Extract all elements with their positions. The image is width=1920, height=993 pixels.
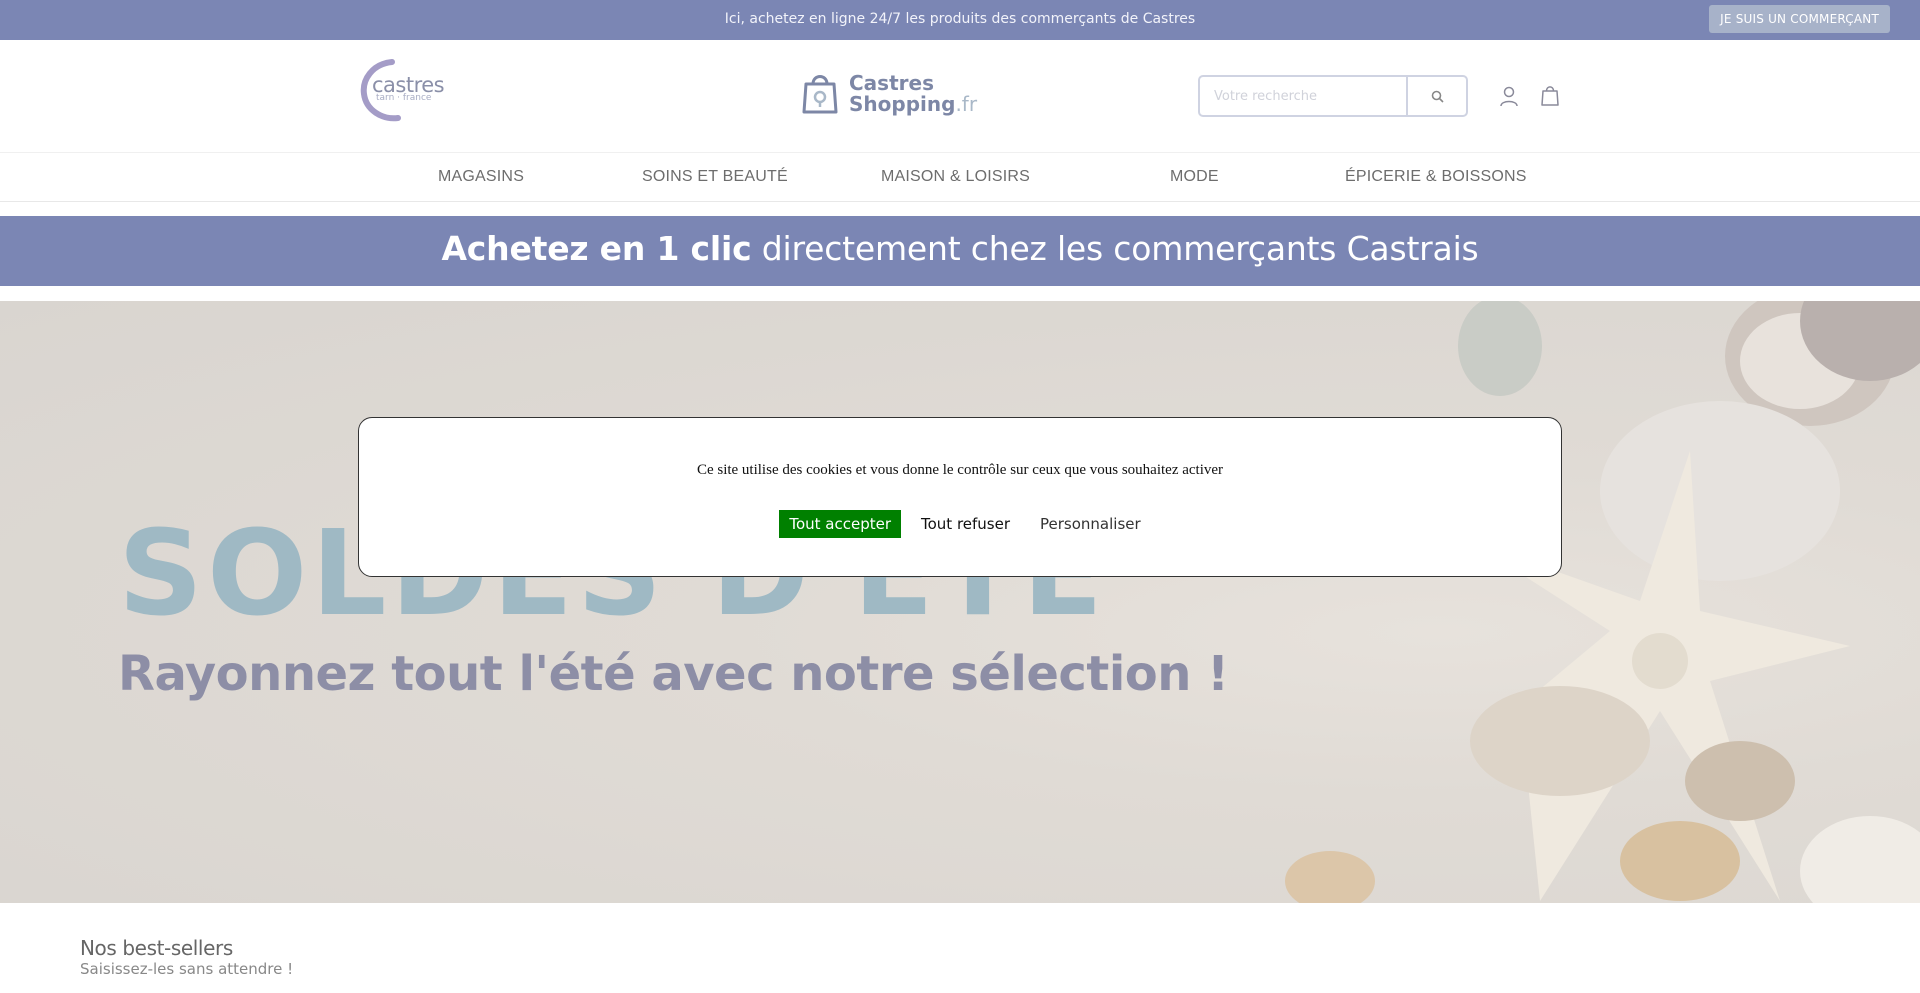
bestsellers-subtitle: Saisissez-les sans attendre ! (80, 960, 294, 978)
announcement-text: Ici, achetez en ligne 24/7 les produits … (724, 11, 1196, 27)
castres-logo-subtext: tarn · france (376, 93, 432, 103)
promo-text: Achetez en 1 clic directement chez les c… (0, 229, 1920, 268)
cookie-consent-dialog: Ce site utilise des cookies et vous donn… (358, 417, 1562, 577)
promo-rest-text: directement chez les commerçants Castrai… (751, 229, 1479, 268)
nav-item-maison-loisirs[interactable]: MAISON & LOISIRS (881, 168, 1030, 186)
shop-logo-word: Shopping (849, 92, 956, 116)
hero-banner[interactable]: SOLDES D'ÉTÉ Rayonnez tout l'été avec no… (0, 301, 1920, 903)
user-icon[interactable] (1498, 85, 1520, 107)
nav-item-soins-beaute[interactable]: SOINS ET BEAUTÉ (642, 168, 788, 186)
nav-item-mode[interactable]: MODE (1170, 168, 1219, 186)
nav-item-magasins[interactable]: MAGASINS (438, 168, 524, 186)
accept-all-button[interactable]: Tout accepter (779, 510, 901, 538)
site-header: castres tarn · france Castres Shopping.f… (0, 40, 1920, 152)
search-icon (1431, 90, 1444, 103)
search-input[interactable] (1200, 77, 1407, 115)
bestsellers-title: Nos best-sellers (80, 936, 233, 960)
shopping-bag-logo-icon[interactable] (800, 70, 840, 116)
customize-button[interactable]: Personnaliser (1040, 510, 1141, 538)
main-navigation: MAGASINS SOINS ET BEAUTÉ MAISON & LOISIR… (0, 152, 1920, 202)
bag-icon[interactable] (1540, 84, 1560, 106)
search-button[interactable] (1406, 77, 1466, 115)
merchant-button[interactable]: JE SUIS UN COMMERÇANT (1709, 5, 1890, 33)
promo-bold-text: Achetez en 1 clic (441, 229, 752, 268)
promo-banner: Achetez en 1 clic directement chez les c… (0, 216, 1920, 286)
search-bar (1198, 75, 1468, 117)
top-announcement-bar: Ici, achetez en ligne 24/7 les produits … (0, 0, 1920, 40)
shop-logo-tld: .fr (955, 92, 978, 116)
cookie-message: Ce site utilise des cookies et vous donn… (696, 462, 1224, 478)
hero-subtitle: Rayonnez tout l'été avec notre sélection… (118, 646, 1229, 702)
shop-logo-line2[interactable]: Shopping.fr (849, 92, 977, 116)
refuse-all-button[interactable]: Tout refuser (921, 510, 1010, 538)
nav-item-epicerie-boissons[interactable]: ÉPICERIE & BOISSONS (1345, 168, 1527, 186)
cookie-actions: Tout accepter Tout refuser Personnaliser (359, 510, 1561, 538)
